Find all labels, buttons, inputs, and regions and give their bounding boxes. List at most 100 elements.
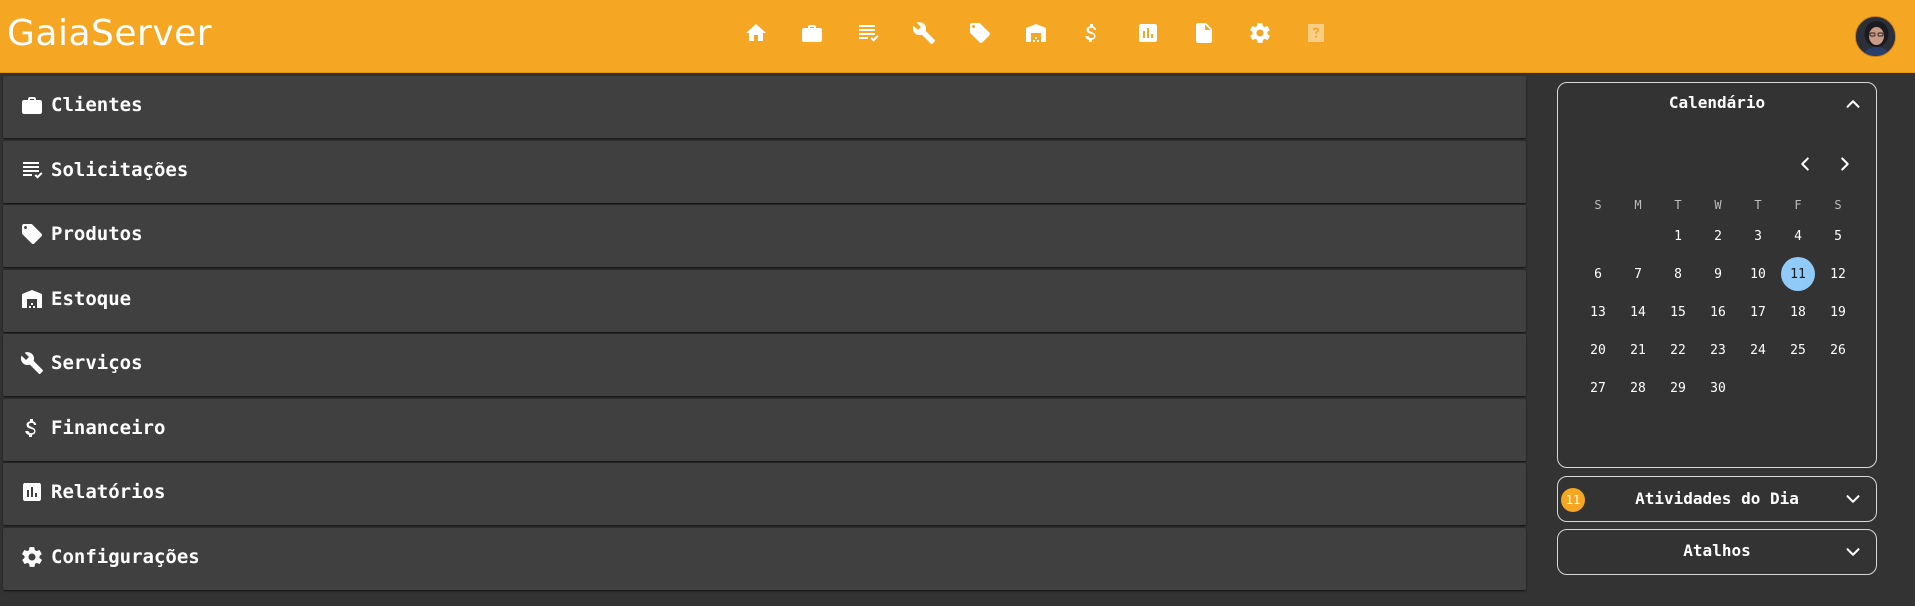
calendar-day[interactable]: 8 <box>1658 255 1698 293</box>
help-icon <box>1308 24 1324 42</box>
weekday-label: M <box>1634 198 1642 212</box>
activities-title: Atividades do Dia <box>1635 489 1799 508</box>
panel-relatorios[interactable]: Relatórios <box>3 463 1526 525</box>
calendar-day[interactable]: 19 <box>1818 293 1858 331</box>
calendar-day[interactable]: 18 <box>1778 293 1818 331</box>
panel-financeiro[interactable]: Financeiro <box>3 398 1526 461</box>
user-avatar[interactable] <box>1855 16 1896 57</box>
day-number: 9 <box>1714 266 1722 282</box>
gear-icon <box>22 546 42 567</box>
calendar-day[interactable]: 30 <box>1698 369 1738 407</box>
panel-label: Configurações <box>51 545 200 568</box>
calendar-day[interactable]: 29 <box>1658 369 1698 407</box>
calendar-day[interactable]: 3 <box>1738 217 1778 255</box>
calendar-day[interactable]: 20 <box>1578 331 1618 369</box>
day-number: 21 <box>1630 342 1646 358</box>
panel-label: Relatórios <box>51 481 166 503</box>
panel-clientes[interactable]: Clientes <box>3 76 1526 138</box>
calendar-day[interactable]: 22 <box>1658 331 1698 369</box>
nav-financeiro[interactable] <box>1064 18 1120 48</box>
briefcase-icon <box>802 25 822 42</box>
calendar-day[interactable]: 24 <box>1738 331 1778 369</box>
calendar-day-today[interactable]: 11 <box>1778 255 1818 293</box>
calendar-day[interactable]: 23 <box>1698 331 1738 369</box>
empty-day-cell <box>1578 217 1618 255</box>
next-month-button[interactable] <box>1834 153 1856 175</box>
calendar-day[interactable]: 2 <box>1698 217 1738 255</box>
user-photo <box>1856 17 1895 56</box>
nav-solicitacoes[interactable] <box>840 18 896 48</box>
activities-card[interactable]: 11 Atividades do Dia <box>1557 476 1877 522</box>
day-number: 11 <box>1781 257 1815 291</box>
day-number: 6 <box>1594 266 1602 282</box>
panel-solicitacoes[interactable]: Solicitações <box>3 140 1526 203</box>
calendar-day[interactable]: 13 <box>1578 293 1618 331</box>
panel-estoque[interactable]: Estoque <box>3 269 1526 332</box>
wrench-icon <box>20 352 43 374</box>
calendar-day[interactable]: 7 <box>1618 255 1658 293</box>
warehouse-icon <box>22 289 42 308</box>
expand-activities-button[interactable] <box>1842 488 1864 510</box>
calendar-day[interactable]: 10 <box>1738 255 1778 293</box>
day-number: 3 <box>1754 228 1762 244</box>
gear-icon <box>1250 23 1270 43</box>
day-number: 13 <box>1590 304 1606 320</box>
calendar-day[interactable]: 28 <box>1618 369 1658 407</box>
calendar-day[interactable]: 17 <box>1738 293 1778 331</box>
weekday-label: T <box>1674 198 1682 212</box>
dollar-icon <box>25 418 37 437</box>
wrench-icon <box>912 22 935 44</box>
calendar-day[interactable]: 27 <box>1578 369 1618 407</box>
calendar-day[interactable]: 21 <box>1618 331 1658 369</box>
panel-servicos[interactable]: Serviços <box>3 334 1526 396</box>
nav-configuracoes[interactable] <box>1232 18 1288 48</box>
nav-estoque[interactable] <box>1008 18 1064 48</box>
calendar-day[interactable]: 12 <box>1818 255 1858 293</box>
app-brand[interactable]: GaiaServer <box>7 13 212 54</box>
calendar-day[interactable]: 5 <box>1818 217 1858 255</box>
panel-configuracoes[interactable]: Configurações <box>3 527 1526 590</box>
calendar-day[interactable]: 4 <box>1778 217 1818 255</box>
day-number: 26 <box>1830 342 1846 358</box>
calendar-day[interactable]: 1 <box>1658 217 1698 255</box>
panel-produtos[interactable]: Produtos <box>3 205 1526 267</box>
calendar-day[interactable]: 6 <box>1578 255 1618 293</box>
calendar-day[interactable]: 26 <box>1818 331 1858 369</box>
calendar-grid: S M T W T F S 1 2 3 4 5 6 7 8 9 10 11 12 13 14 15 16 17 18 19 20 21… <box>1578 193 1858 407</box>
nav-home[interactable] <box>728 18 784 48</box>
nav-relatorios[interactable] <box>1120 18 1176 48</box>
calendar-day[interactable]: 16 <box>1698 293 1738 331</box>
expand-shortcuts-button[interactable] <box>1842 541 1864 563</box>
collapse-calendar-button[interactable] <box>1842 93 1864 115</box>
day-number: 25 <box>1790 342 1806 358</box>
top-app-bar: GaiaServer <box>0 0 1915 73</box>
dollar-icon <box>1085 24 1097 42</box>
day-number: 29 <box>1670 380 1686 396</box>
day-number: 23 <box>1710 342 1726 358</box>
day-number: 16 <box>1710 304 1726 320</box>
day-number: 15 <box>1670 304 1686 320</box>
chart-icon <box>23 483 41 501</box>
calendar-day[interactable]: 25 <box>1778 331 1818 369</box>
briefcase-icon <box>22 97 42 114</box>
nav-documentos[interactable] <box>1176 18 1232 48</box>
prev-month-button[interactable] <box>1794 153 1816 175</box>
day-number: 19 <box>1830 304 1846 320</box>
checklist-icon <box>859 25 879 42</box>
weekday-label: W <box>1714 198 1722 212</box>
chevron-down-icon <box>1846 548 1860 556</box>
day-number: 8 <box>1674 266 1682 282</box>
nav-ajuda[interactable] <box>1288 18 1344 48</box>
chevron-down-icon <box>1846 495 1860 503</box>
weekday-label: T <box>1754 198 1762 212</box>
nav-clientes[interactable] <box>784 18 840 48</box>
nav-produtos[interactable] <box>952 18 1008 48</box>
calendar-day[interactable]: 9 <box>1698 255 1738 293</box>
shortcuts-card[interactable]: Atalhos <box>1557 529 1877 575</box>
calendar-title[interactable]: Calendário <box>1558 93 1876 112</box>
day-number: 17 <box>1750 304 1766 320</box>
calendar-day[interactable]: 15 <box>1658 293 1698 331</box>
calendar-day[interactable]: 14 <box>1618 293 1658 331</box>
nav-servicos[interactable] <box>896 18 952 48</box>
right-sidebar: Calendário S M T W T F S 1 2 3 4 5 6 7 8 9 10 11 12 13 14 15 1… <box>1557 82 1877 575</box>
